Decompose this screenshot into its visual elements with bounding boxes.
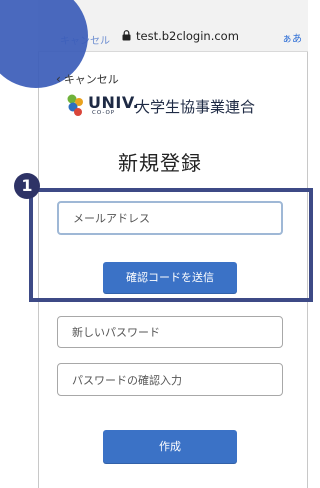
- confirm-password-placeholder: パスワードの確認入力: [72, 373, 182, 387]
- page-title: 新規登録: [118, 151, 202, 175]
- chevron-left-icon: ‹: [56, 72, 61, 86]
- logo-coop-text: CO-OP: [92, 110, 116, 116]
- step-number-badge: 1: [14, 173, 40, 199]
- coop-logo-mark-icon: [67, 94, 83, 116]
- new-password-field[interactable]: 新しいパスワード: [57, 316, 283, 348]
- univ-coop-logo: UNIV. CO-OP 大学生協事業連合: [66, 93, 286, 119]
- email-field[interactable]: メールアドレス: [57, 201, 283, 235]
- create-button[interactable]: 作成: [103, 430, 237, 464]
- logo-org-name: 大学生協事業連合: [135, 98, 256, 116]
- cancel-link-label: キャンセル: [63, 73, 119, 86]
- new-password-placeholder: 新しいパスワード: [72, 326, 160, 339]
- lock-icon: [122, 30, 131, 41]
- text-size-button[interactable]: ぁあ: [282, 30, 302, 45]
- cancel-link[interactable]: ‹ キャンセル: [56, 71, 119, 87]
- confirm-password-field[interactable]: パスワードの確認入力: [57, 363, 283, 396]
- send-code-button[interactable]: 確認コードを送信: [103, 262, 237, 294]
- url-domain[interactable]: test.b2clogin.com: [136, 29, 239, 43]
- email-field-placeholder: メールアドレス: [73, 212, 150, 225]
